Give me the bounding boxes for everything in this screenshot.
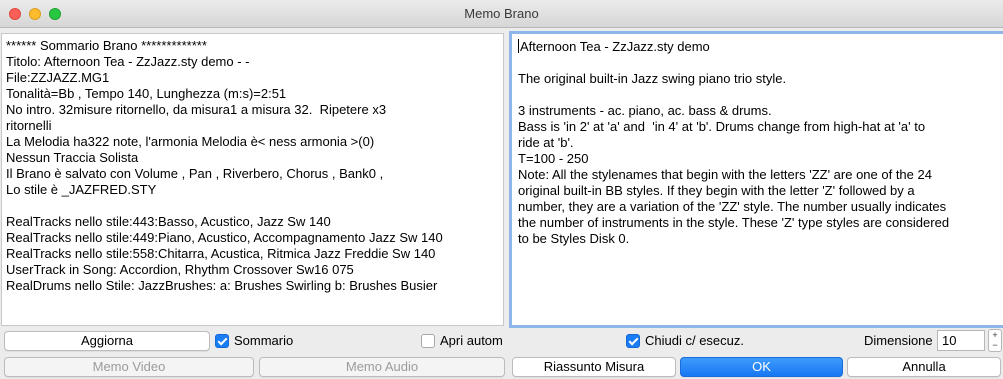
audio-memo-button[interactable]: Memo Audio [259, 357, 505, 377]
auto-open-checkbox-box[interactable] [421, 334, 435, 348]
summary-checkbox-box[interactable] [215, 334, 229, 348]
memo-text-line: 3 instruments - ac. piano, ac. bass & dr… [518, 103, 772, 118]
memo-text-line: T=100 - 250 [518, 151, 589, 166]
stepper-up-icon[interactable]: + [989, 330, 1001, 340]
size-stepper[interactable]: + − [988, 329, 1002, 352]
bar-summary-button[interactable]: Riassunto Misura [512, 357, 676, 377]
title-bar: Memo Brano [0, 0, 1003, 28]
summary-text-line: RealTracks nello stile:558:Chitarra, Acu… [6, 246, 436, 261]
summary-text-line: RealTracks nello stile:443:Basso, Acusti… [6, 214, 331, 229]
summary-text-line: Lo stile è _JAZFRED.STY [6, 182, 157, 197]
auto-open-checkbox-label: Apri autom [440, 333, 503, 348]
summary-text-line: ritornelli [6, 118, 52, 133]
memo-text-line: number, they are a variation of the 'ZZ'… [518, 199, 947, 214]
memo-text-line: Note: All the stylenames that begin with… [518, 167, 932, 182]
memo-text-line: Bass is 'in 2' at 'a' and 'in 4' at 'b'.… [518, 119, 926, 134]
size-label: Dimensione [864, 333, 933, 348]
summary-text-line: ****** Sommario Brano ************* [6, 38, 207, 53]
cancel-button[interactable]: Annulla [847, 357, 1001, 377]
song-summary-text-area[interactable]: ****** Sommario Brano ************* Titol… [1, 33, 504, 326]
summary-text-line: RealTracks nello stile:449:Piano, Acusti… [6, 230, 443, 245]
summary-text-line [6, 310, 499, 325]
memo-text-line [518, 87, 1003, 103]
summary-text-line: UserTrack in Song: Accordion, Rhythm Cro… [6, 262, 354, 277]
summary-text-line: No intro. 32misure ritornello, da misura… [6, 102, 387, 117]
summary-text-line [6, 294, 499, 310]
memo-text-line: The original built-in Jazz swing piano t… [518, 71, 787, 86]
memo-text-line: to be Styles Disk 0. [518, 231, 630, 246]
size-input[interactable]: 10 [937, 330, 985, 351]
memo-text-line: the number of instruments in the style. … [518, 215, 950, 230]
summary-text-line: Il Brano è salvato con Volume , Pan , Ri… [6, 166, 384, 181]
video-memo-button[interactable]: Memo Video [4, 357, 254, 377]
text-caret [518, 39, 519, 53]
close-on-play-checkbox-label: Chiudi c/ esecuz. [645, 333, 744, 348]
memo-text-line [518, 55, 1003, 71]
summary-checkbox-label: Sommario [234, 333, 294, 348]
summary-text-line: Nessun Traccia Solista [6, 150, 139, 165]
stepper-down-icon[interactable]: − [989, 340, 1001, 350]
summary-text-line: File:ZZJAZZ.MG1 [6, 70, 110, 85]
summary-text-line [6, 198, 499, 214]
summary-text-line: Tonalità=Bb , Tempo 140, Lunghezza (m:s)… [6, 86, 287, 101]
ok-button[interactable]: OK [680, 357, 843, 377]
update-button[interactable]: Aggiorna [4, 331, 210, 351]
close-on-play-checkbox-box[interactable] [626, 334, 640, 348]
memo-text-area[interactable]: Afternoon Tea - ZzJazz.sty demo The origi… [509, 31, 1003, 328]
memo-text-line: original built-in BB styles. If they beg… [518, 183, 915, 198]
memo-text-line: Afternoon Tea - ZzJazz.sty demo [518, 39, 710, 54]
memo-text-line: ride at 'b'. [518, 135, 574, 150]
summary-text-line: RealDrums nello Stile: JazzBrushes: a: B… [6, 278, 438, 293]
summary-text-line: La Melodia ha322 note, l'armonia Melodia… [6, 134, 375, 149]
window-title: Memo Brano [464, 6, 539, 21]
summary-text-line: Titolo: Afternoon Tea - ZzJazz.sty demo … [6, 54, 250, 69]
